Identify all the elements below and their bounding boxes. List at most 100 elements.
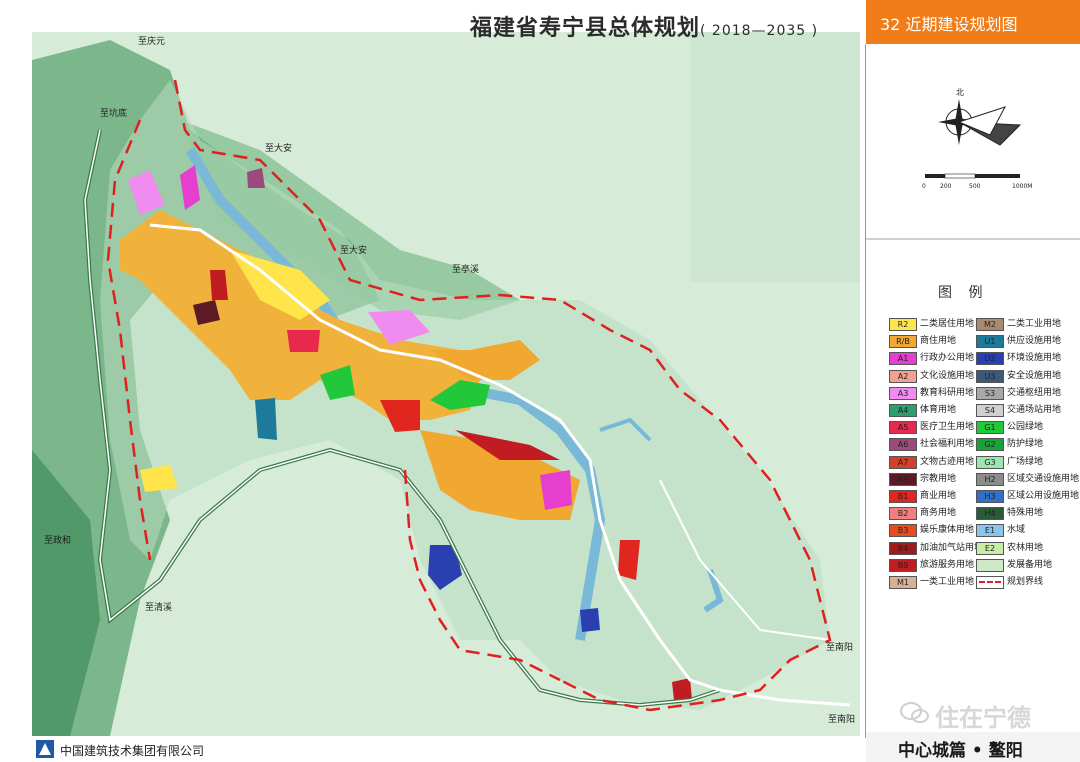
map-background-light bbox=[690, 32, 860, 282]
legend-label: 区域公用设施用地 bbox=[1007, 491, 1080, 501]
legend-swatch: B9 bbox=[889, 558, 917, 572]
legend-label: 公园绿地 bbox=[1007, 422, 1044, 433]
legend-swatch: E1 bbox=[976, 524, 1004, 538]
legend-label: 安全设施用地 bbox=[1007, 370, 1062, 381]
company-name: 中国建筑技术集团有限公司 bbox=[60, 744, 205, 758]
legend-swatch: A4 bbox=[889, 404, 917, 417]
legend-label: 教育科研用地 bbox=[920, 387, 975, 398]
legend-label: 环境设施用地 bbox=[1007, 353, 1062, 364]
legend-swatch: U1 bbox=[976, 335, 1004, 349]
label-to-qingxi: 至清溪 bbox=[145, 601, 172, 613]
legend-label: 供应设施用地 bbox=[1007, 336, 1062, 347]
label-to-kengdi: 至坑底 bbox=[100, 107, 127, 119]
legend-swatch: S3 bbox=[976, 386, 1004, 400]
legend-label: 交通场站用地 bbox=[1007, 405, 1062, 415]
legend-swatch: B1 bbox=[889, 490, 917, 503]
boundary-dash-icon bbox=[979, 581, 1001, 583]
district-label: 中心城篇 • 鳌阳 bbox=[898, 741, 1023, 761]
legend-label: 发展备用地 bbox=[1007, 559, 1053, 570]
scale-seg-1 bbox=[925, 174, 945, 178]
legend-label: 商务用地 bbox=[920, 508, 957, 519]
legend-swatch: G2 bbox=[976, 438, 1004, 452]
legend-swatch: H4 bbox=[976, 507, 1004, 521]
legend-label: 农林用地 bbox=[1007, 542, 1044, 553]
label-to-nanyang-1: 至南阳 bbox=[826, 641, 853, 653]
legend-label: 一类工业用地 bbox=[920, 577, 975, 587]
legend-swatch bbox=[976, 576, 1004, 589]
tourism-service-west bbox=[210, 270, 228, 300]
legend-label: 体育用地 bbox=[920, 405, 957, 415]
legend-swatch: E2 bbox=[976, 541, 1004, 555]
legend-label: 文物古迹用地 bbox=[920, 456, 975, 467]
legend-swatch: H2 bbox=[976, 472, 1004, 486]
supply-facility bbox=[255, 398, 277, 440]
legend-label: 规划界线 bbox=[1007, 577, 1044, 587]
legend-label: 文化设施用地 bbox=[920, 370, 975, 381]
sidebar-divider bbox=[865, 44, 866, 762]
north-arrow-icon: 北 bbox=[938, 88, 1022, 146]
label-to-dadan-2: 至大安 bbox=[340, 244, 367, 256]
legend-label: 加油加气站用地 bbox=[920, 542, 984, 553]
legend-label: 社会福利用地 bbox=[920, 439, 975, 450]
legend-label: 娱乐康体用地 bbox=[920, 525, 975, 536]
legend-label: 防护绿地 bbox=[1007, 439, 1044, 450]
wechat-watermark: 住在宁德 bbox=[935, 704, 1031, 732]
legend-swatch bbox=[976, 558, 1004, 572]
wechat-icon bbox=[900, 702, 929, 723]
scale-tick-0: 0 bbox=[922, 183, 926, 190]
label-to-tingxi: 至亭溪 bbox=[452, 263, 479, 275]
title-years: ( 2018—2035 ) bbox=[700, 23, 819, 39]
legend-swatch: A1 bbox=[889, 352, 917, 366]
legend-swatch: M1 bbox=[889, 576, 917, 589]
legend-label: 二类工业用地 bbox=[1007, 319, 1062, 329]
legend-swatch: A5 bbox=[889, 421, 917, 435]
sheet-label: 32 近期建设规划图 bbox=[880, 15, 1018, 34]
legend-swatch: S4 bbox=[976, 404, 1004, 417]
company-logo-icon bbox=[36, 740, 54, 758]
legend-swatch: B2 bbox=[889, 507, 917, 521]
legend-swatch: G3 bbox=[976, 455, 1004, 469]
legend-swatch: M2 bbox=[976, 318, 1004, 331]
environment-facility-south bbox=[580, 608, 600, 632]
legend-label: 二类居住用地 bbox=[920, 319, 975, 329]
legend-label: 旅游服务用地 bbox=[920, 559, 975, 570]
medical-center bbox=[287, 330, 320, 352]
legend-label: 行政办公用地 bbox=[920, 353, 975, 364]
legend-swatch: A7 bbox=[889, 455, 917, 469]
legend-label: 广场绿地 bbox=[1007, 456, 1044, 467]
scale-seg-3 bbox=[975, 174, 1020, 178]
label-to-zhenghe: 至政和 bbox=[44, 534, 71, 546]
scale-tick-1000: 1000M bbox=[1012, 183, 1032, 190]
scale-bar: 0 200 500 1000M bbox=[922, 173, 1032, 190]
legend-swatch: G1 bbox=[976, 421, 1004, 435]
label-to-qingyuan: 至庆元 bbox=[138, 35, 165, 47]
legend-label: 特殊用地 bbox=[1007, 508, 1044, 519]
legend-swatch: H3 bbox=[976, 490, 1004, 503]
page-title: 福建省寿宁县总体规划( 2018—2035 ) bbox=[470, 10, 818, 42]
legend-swatch: A2 bbox=[889, 369, 917, 383]
legend-label: 医疗卫生用地 bbox=[920, 422, 975, 433]
scale-tick-500: 500 bbox=[969, 183, 981, 190]
land-use-map: 至庆元 至坑底 至大安 至大安 至亭溪 至政和 至清溪 至南阳 至南阳 bbox=[32, 32, 860, 736]
legend-swatch: B3 bbox=[889, 524, 917, 538]
legend-swatch: R/B bbox=[889, 335, 917, 349]
legend-label: 交通枢纽用地 bbox=[1007, 387, 1062, 398]
legend-label: 商业用地 bbox=[920, 491, 957, 501]
scale-tick-200: 200 bbox=[940, 183, 952, 190]
admin-south bbox=[540, 470, 572, 510]
legend-swatch: B4 bbox=[889, 541, 917, 555]
legend-swatch: R2 bbox=[889, 318, 917, 331]
legend-swatch: A3 bbox=[889, 386, 917, 400]
sidebar-separator bbox=[866, 238, 1080, 240]
title-text: 福建省寿宁县总体规划 bbox=[470, 16, 701, 41]
legend-title: 图 例 bbox=[938, 285, 989, 301]
legend-label: 区域交通设施用地 bbox=[1007, 473, 1080, 484]
scale-seg-2 bbox=[944, 173, 976, 179]
legend-label: 水域 bbox=[1007, 525, 1026, 536]
legend-label: 商住用地 bbox=[920, 336, 957, 347]
legend-label: 宗教用地 bbox=[920, 473, 957, 484]
label-to-dadan-1: 至大安 bbox=[265, 142, 292, 154]
legend-swatch: U2 bbox=[976, 352, 1004, 366]
label-to-nanyang-2: 至南阳 bbox=[828, 713, 855, 725]
legend-swatch: U3 bbox=[976, 369, 1004, 383]
